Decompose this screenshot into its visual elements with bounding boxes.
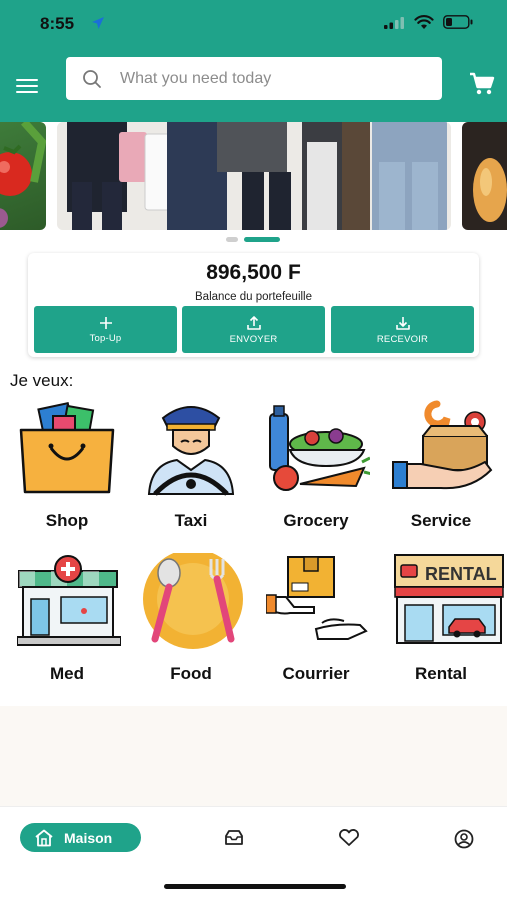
service-tile-rental[interactable]: RENTAL Rental (381, 553, 504, 689)
plus-icon (99, 316, 112, 329)
cart-icon[interactable] (469, 72, 495, 96)
carousel-slide-shopping[interactable] (57, 122, 451, 230)
grocery-icon (269, 405, 370, 491)
carousel-slide-vegetables[interactable] (0, 122, 46, 230)
search-icon (83, 69, 101, 88)
receive-button[interactable]: RECEVOIR (331, 306, 474, 353)
search-placeholder[interactable]: What you need today (120, 70, 271, 88)
shopping-bag-icon (19, 402, 115, 494)
rental-shop-icon: RENTAL (394, 554, 504, 644)
service-tile-shop[interactable]: Shop (7, 400, 127, 536)
service-box-icon (392, 400, 493, 490)
home-icon (35, 829, 53, 846)
home-indicator (164, 884, 346, 889)
download-icon (395, 316, 410, 330)
carousel-slide-bakery[interactable] (462, 122, 507, 230)
location-arrow-icon (92, 17, 104, 29)
rental-sign-text: RENTAL (425, 564, 497, 584)
pharmacy-icon (17, 555, 121, 646)
topup-label: Top-Up (89, 332, 122, 344)
cellular-signal-icon (384, 17, 404, 29)
app-header: 8:55 What you need today (0, 0, 507, 122)
service-tile-taxi[interactable]: Taxi (131, 400, 251, 536)
service-tile-med[interactable]: Med (7, 553, 127, 689)
service-label-med: Med (50, 664, 84, 683)
plate-cutlery-icon (143, 553, 243, 649)
wifi-icon (414, 15, 434, 29)
wallet-balance-label: Balance du portefeuille (195, 291, 312, 303)
wallet-card: 896,500 F Balance du portefeuille Top-Up… (28, 253, 479, 357)
service-label-food: Food (170, 664, 212, 683)
section-title: Je veux: (10, 371, 74, 390)
send-label: ENVOYER (229, 333, 278, 345)
service-tile-courrier[interactable]: Courrier (256, 553, 376, 689)
profile-icon[interactable] (454, 829, 474, 849)
topup-button[interactable]: Top-Up (34, 306, 177, 353)
tab-home[interactable]: Maison (20, 823, 141, 852)
carousel-indicator (226, 237, 280, 242)
service-label-service: Service (410, 511, 472, 530)
service-tile-service[interactable]: Service (381, 400, 501, 536)
service-tile-grocery[interactable]: Grocery (256, 400, 376, 536)
battery-icon (443, 15, 473, 29)
service-label-rental: Rental (415, 664, 467, 683)
status-time: 8:55 (40, 14, 75, 33)
send-button[interactable]: ENVOYER (182, 306, 325, 353)
service-tile-food[interactable]: Food (131, 553, 251, 689)
receive-label: RECEVOIR (376, 333, 429, 345)
search-bar[interactable]: What you need today (66, 57, 442, 100)
parcel-delivery-icon (266, 556, 368, 640)
carousel-dot-active[interactable] (244, 237, 280, 242)
menu-icon[interactable] (14, 76, 40, 96)
inbox-icon[interactable] (224, 829, 244, 847)
tab-home-label: Maison (64, 829, 113, 846)
service-label-shop: Shop (45, 511, 89, 530)
carousel-dot[interactable] (226, 237, 238, 242)
taxi-driver-icon (147, 406, 235, 496)
upload-icon (246, 315, 261, 330)
wallet-balance: 896,500 F (206, 261, 301, 284)
service-label-grocery: Grocery (283, 511, 349, 530)
service-label-courrier: Courrier (282, 664, 350, 683)
content-bottom-area (0, 706, 507, 806)
service-label-taxi: Taxi (174, 511, 208, 530)
heart-icon[interactable] (338, 829, 360, 847)
promo-carousel[interactable] (0, 122, 507, 230)
